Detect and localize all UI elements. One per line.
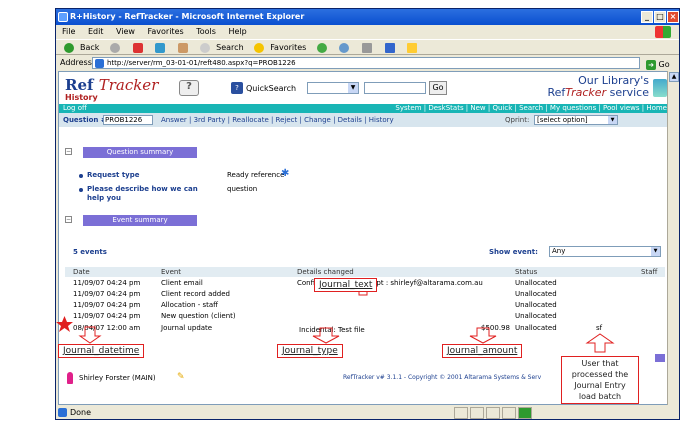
journal-type-annotation: Journal_type [277, 344, 343, 358]
arrow-type [312, 327, 340, 344]
arrow-amount [469, 327, 497, 344]
journal-text-annotation: Journal_text [314, 278, 378, 292]
journal-datetime-annotation: Journal_datetime [58, 344, 145, 358]
arrow-datetime [78, 326, 102, 344]
arrow-staff [585, 333, 615, 353]
star-marker-icon [56, 316, 73, 332]
user-annotation: User that processed the Journal Entry lo… [561, 356, 639, 404]
journal-amount-annotation: Journal_amount [442, 344, 523, 358]
